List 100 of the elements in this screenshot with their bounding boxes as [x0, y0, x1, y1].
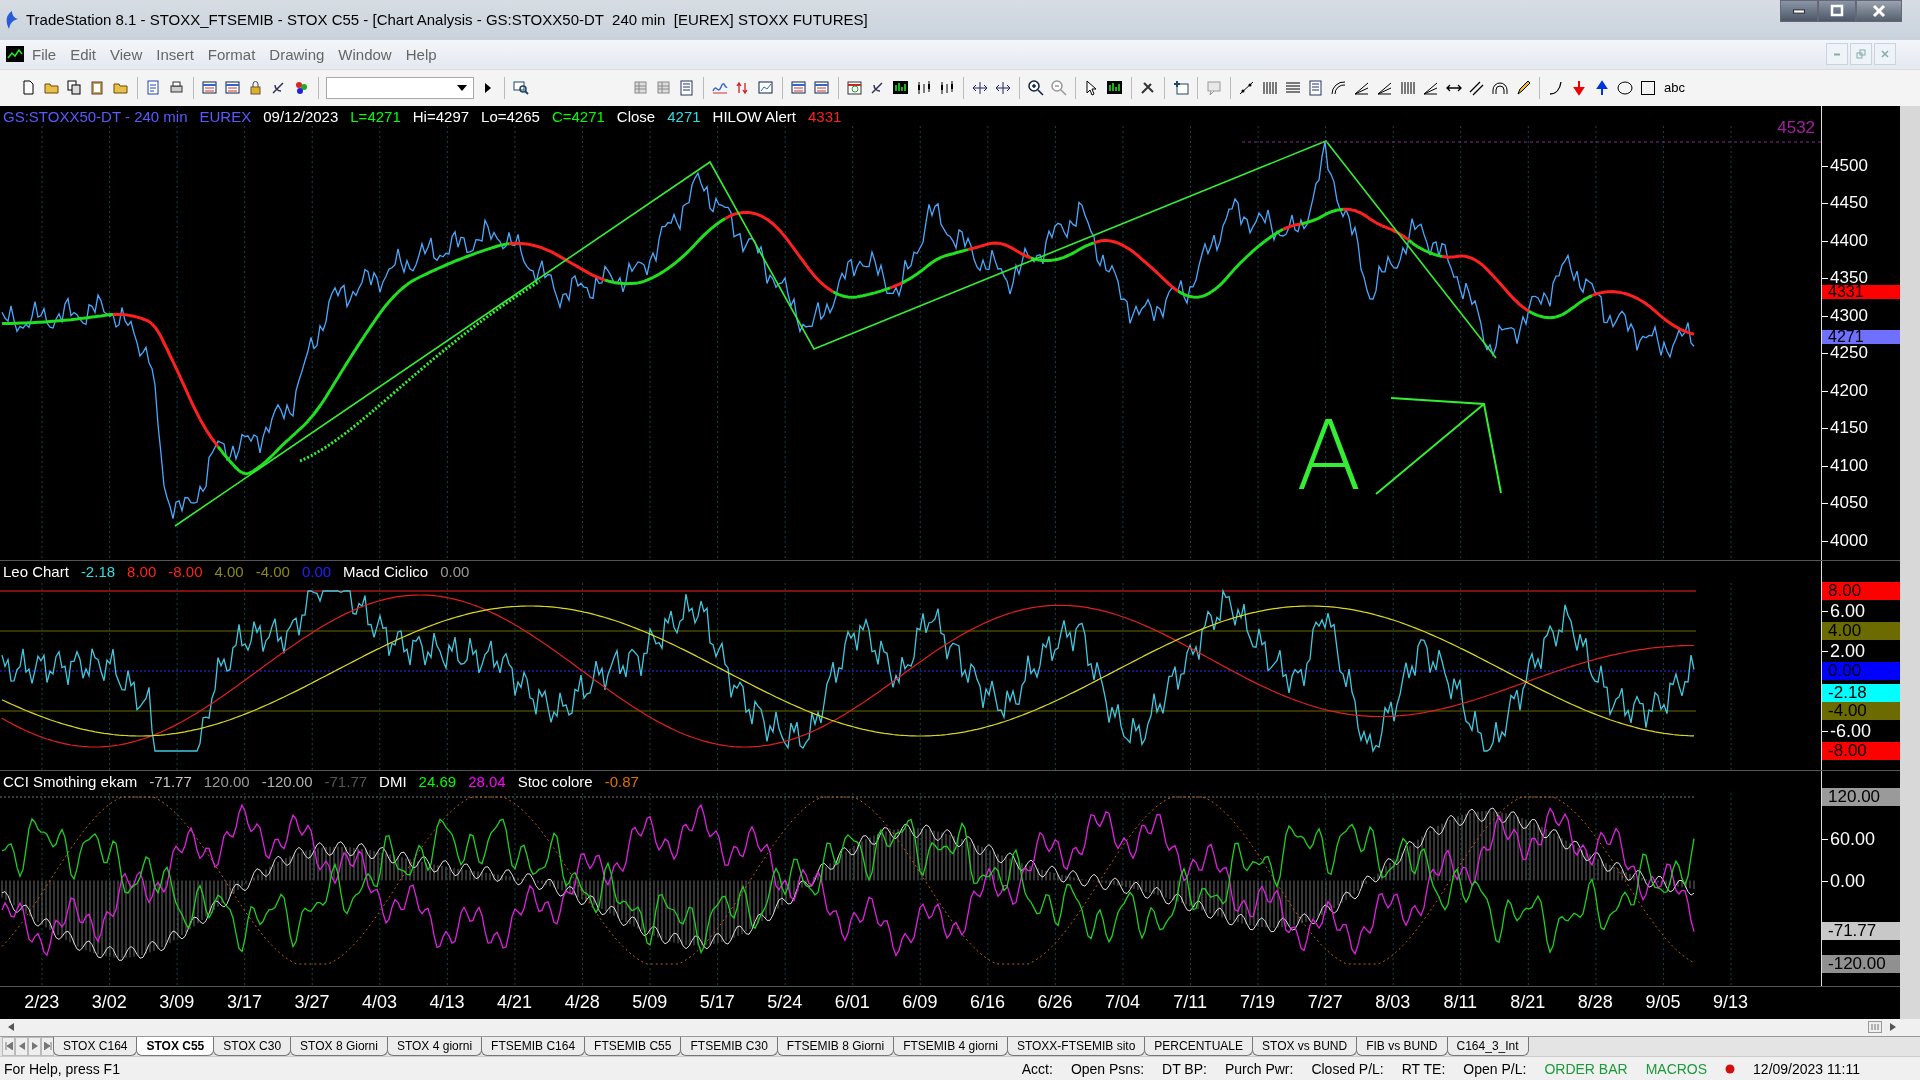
status-dot-icon [1725, 1063, 1736, 1074]
arrow-up-icon[interactable] [1593, 78, 1611, 97]
menu-item[interactable]: View [104, 43, 149, 65]
window-list-icon[interactable] [201, 78, 219, 97]
maximize-button[interactable] [1818, 0, 1856, 22]
legend-value: -8.00 [168, 562, 203, 580]
rectangle-icon[interactable] [1639, 78, 1657, 97]
axis-value-marker: -2.18 [1822, 683, 1900, 702]
date-axis-label: 5/17 [699, 992, 735, 1014]
date-axis-label: 4/21 [497, 992, 533, 1014]
date-axis-label: 9/05 [1645, 992, 1681, 1014]
pencil-icon[interactable] [1514, 78, 1532, 97]
axis-tick-label: 4450 [1822, 196, 1868, 211]
zoom-in-icon[interactable] [1027, 78, 1045, 97]
candlestick-icon[interactable] [938, 78, 956, 97]
right-arrow-icon [30, 1042, 39, 1051]
chart-app-icon[interactable] [6, 46, 24, 63]
lines-table-icon[interactable] [1307, 78, 1325, 97]
window-stack-icon[interactable] [790, 78, 808, 97]
axis-value-marker: 4331 [1822, 285, 1900, 300]
candlestick-icon[interactable] [915, 78, 933, 97]
date-axis-label: 7/27 [1307, 992, 1343, 1014]
axis-tick-label: 4250 [1822, 346, 1868, 361]
axis-value-marker: 0.00 [1822, 661, 1900, 680]
sheet-tab[interactable]: FIB vs BUND [1356, 1036, 1448, 1057]
maximize-icon [1830, 4, 1844, 18]
sheet-tab[interactable]: STOX vs BUND [1252, 1036, 1358, 1057]
axis-tick-label: 4000 [1822, 533, 1868, 548]
calendar-icon[interactable] [846, 78, 864, 97]
last-tab-button[interactable] [41, 1036, 54, 1057]
sheet-tab[interactable]: STOXX-FTSEMIB sito [1006, 1036, 1146, 1057]
axis-value-marker: 8.00 [1822, 581, 1900, 600]
sheet-tab[interactable]: STOX C30 [213, 1036, 292, 1057]
app-icon [4, 9, 20, 30]
first-tab-button[interactable] [2, 1036, 15, 1057]
legend-value: 120.00 [203, 773, 250, 791]
text-tool-button[interactable]: abc [1662, 80, 1687, 96]
axis-tick-label: 4100 [1822, 458, 1868, 473]
last-arrow-icon [43, 1042, 52, 1051]
calculator-icon[interactable] [678, 78, 696, 97]
bar-chart-icon[interactable] [892, 78, 910, 97]
sheet-tab[interactable]: STOX 8 Giorni [290, 1036, 388, 1057]
sheet-tab[interactable]: FTSEMIB 4 giorni [893, 1036, 1008, 1057]
legend-value: 0.00 [440, 562, 470, 580]
date-axis-label: 8/11 [1443, 992, 1478, 1014]
minimize-icon [1833, 52, 1841, 56]
legend-value: -71.77 [149, 773, 192, 791]
next-tab-button[interactable] [28, 1036, 41, 1057]
menu-item[interactable]: File [26, 43, 63, 65]
axis-value-marker: 4.00 [1822, 621, 1900, 640]
sheet-tab[interactable]: FTSEMIB 8 Giorni [776, 1036, 895, 1057]
sheet-tab[interactable]: PERCENTUALE [1144, 1036, 1254, 1057]
legend-value: 8.00 [127, 562, 157, 580]
caret-icon [457, 84, 467, 91]
sheet-tab[interactable]: FTSEMIB C164 [481, 1036, 586, 1057]
date-axis-label: 6/01 [834, 992, 870, 1014]
sheet-tab[interactable]: STOX C164 [53, 1036, 138, 1057]
minimize-button[interactable] [1780, 0, 1818, 22]
window-stack-icon[interactable] [813, 78, 831, 97]
close-button[interactable] [1856, 0, 1902, 22]
date-axis-label: 8/21 [1510, 992, 1546, 1014]
menu-item[interactable]: Edit [64, 43, 103, 65]
left-arrow-icon [8, 1023, 14, 1032]
find-window-icon[interactable] [512, 78, 530, 97]
arrow-down-icon[interactable] [1570, 78, 1588, 97]
axis-tick-label: 6.00 [1822, 602, 1866, 619]
date-axis-label: 5/09 [632, 992, 668, 1014]
sheet-tab[interactable]: FTSEMIB C30 [680, 1036, 778, 1057]
sheet-tab[interactable]: STOX C55 [136, 1036, 215, 1057]
date-axis-label: 3/17 [226, 992, 262, 1014]
menu-item[interactable]: Window [332, 43, 398, 65]
date-axis-label: 4/28 [564, 992, 600, 1014]
zoom-out-icon[interactable] [1050, 78, 1068, 97]
status-field: ORDER BAR [1544, 1060, 1628, 1077]
menu-item[interactable]: Help [399, 43, 443, 65]
restore-icon [1856, 49, 1866, 60]
axis-tick-label: -6.00 [1822, 722, 1872, 739]
ellipse-icon[interactable] [1616, 78, 1634, 97]
right-arrow-icon [1890, 1023, 1896, 1032]
axis-value-marker: -71.77 [1822, 921, 1900, 940]
add-window-icon[interactable] [1172, 78, 1190, 97]
menu-item[interactable]: Drawing [263, 43, 331, 65]
menu-item[interactable]: Insert [150, 43, 200, 65]
previous-tab-button[interactable] [15, 1036, 28, 1057]
date-axis-label: 2/23 [24, 992, 60, 1014]
copy-pages-icon[interactable] [66, 78, 84, 97]
scroll-thumb-icon[interactable] [1868, 1021, 1882, 1034]
sheet-tab[interactable]: C164_3_Int [1446, 1036, 1529, 1057]
legend-value: EUREX [199, 107, 252, 125]
chart-window-icon[interactable] [757, 78, 775, 97]
sheet-tab[interactable]: STOX 4 giorni [386, 1036, 483, 1057]
menu-item[interactable]: Format [201, 43, 262, 65]
date-axis-label: 4/03 [362, 992, 398, 1014]
window-list-icon[interactable] [224, 78, 242, 97]
sheet-tab[interactable]: FTSEMIB C55 [584, 1036, 682, 1057]
date-axis-label: 8/03 [1375, 992, 1411, 1014]
high-price-label: 4532 [1777, 117, 1816, 138]
arc-icon[interactable] [1330, 78, 1348, 97]
date-axis-label: 3/27 [294, 992, 330, 1014]
legend-value: 4271 [667, 107, 701, 125]
